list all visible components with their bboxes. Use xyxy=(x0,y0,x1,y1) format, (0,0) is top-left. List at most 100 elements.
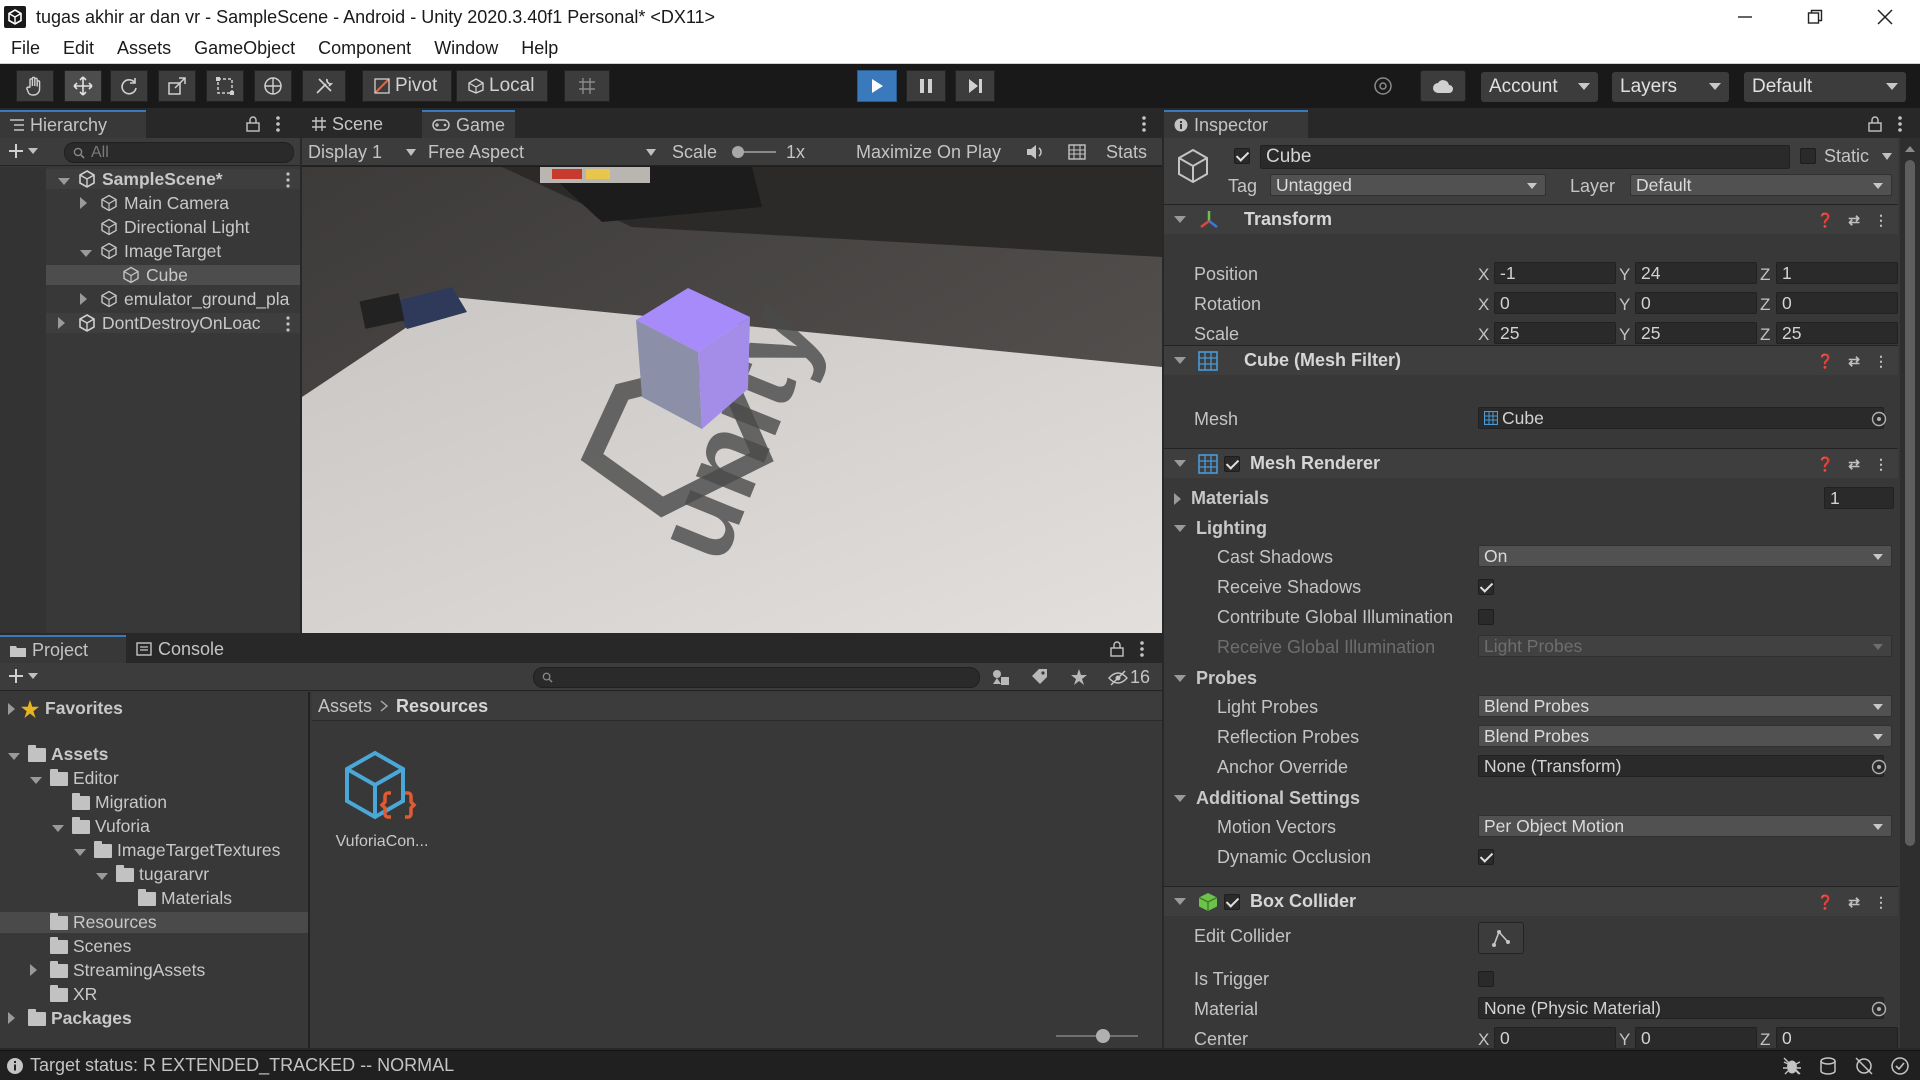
pivot-toggle-button[interactable]: Pivot xyxy=(362,70,452,102)
expand-arrow[interactable] xyxy=(8,744,22,765)
dynamic-occlusion-checkbox[interactable] xyxy=(1478,849,1494,865)
box-collider-header[interactable]: Box Collider ❓ ⇄ ⋮ xyxy=(1164,886,1898,916)
axis-x-label[interactable]: X xyxy=(1478,265,1489,285)
expand-arrow[interactable] xyxy=(74,840,88,861)
menu-file[interactable]: File xyxy=(0,38,52,59)
breadcrumb-assets[interactable]: Assets xyxy=(318,696,372,717)
status-message[interactable]: Target status: R EXTENDED_TRACKED -- NOR… xyxy=(30,1055,454,1076)
axis-x-label[interactable]: X xyxy=(1478,325,1489,345)
collab-button[interactable] xyxy=(1361,70,1405,102)
scale-slider[interactable] xyxy=(732,146,776,158)
preset-icon[interactable]: ⇄ xyxy=(1848,212,1860,229)
project-lock-icon[interactable] xyxy=(1110,641,1124,657)
local-toggle-button[interactable]: Local xyxy=(456,70,548,102)
auto-generate-lighting-icon[interactable] xyxy=(1854,1056,1874,1076)
mesh-filter-header[interactable]: Cube (Mesh Filter) ❓ ⇄ ⋮ xyxy=(1164,345,1898,375)
inspector-more-options-icon[interactable] xyxy=(1898,115,1902,133)
pause-button[interactable] xyxy=(906,70,946,102)
help-icon[interactable]: ❓ xyxy=(1817,212,1834,229)
project-more-options-icon[interactable] xyxy=(1140,640,1144,658)
tab-game[interactable]: Game xyxy=(422,110,516,138)
expand-arrow[interactable] xyxy=(30,960,44,981)
tab-scene[interactable]: Scene xyxy=(302,110,393,138)
hierarchy-item[interactable]: emulator_ground_pla xyxy=(46,289,300,309)
create-dropdown-button[interactable] xyxy=(8,143,38,159)
axis-z-label[interactable]: Z xyxy=(1760,265,1770,285)
favorite-star-icon[interactable] xyxy=(1071,669,1087,685)
mesh-renderer-enabled-checkbox[interactable] xyxy=(1224,455,1240,472)
project-folder-item[interactable]: Packages xyxy=(0,1008,308,1029)
scrollbar-thumb[interactable] xyxy=(1905,160,1915,846)
object-picker-icon[interactable] xyxy=(1871,411,1887,427)
rotation-y-field[interactable]: 0 xyxy=(1635,292,1757,314)
preset-icon[interactable]: ⇄ xyxy=(1848,894,1860,911)
project-search-input[interactable] xyxy=(533,667,980,688)
project-folder-item[interactable]: Editor xyxy=(0,768,308,789)
axis-x-label[interactable]: X xyxy=(1478,1030,1489,1048)
edit-collider-button[interactable] xyxy=(1478,922,1524,954)
expand-arrow[interactable] xyxy=(80,241,94,261)
layer-dropdown[interactable]: Default xyxy=(1630,174,1892,196)
cache-server-icon[interactable] xyxy=(1818,1056,1838,1076)
axis-z-label[interactable]: Z xyxy=(1760,325,1770,345)
favorites-row[interactable]: Favorites xyxy=(0,698,254,719)
project-folder-item[interactable]: Assets xyxy=(0,744,308,765)
account-dropdown[interactable]: Account xyxy=(1481,72,1598,102)
asset-item[interactable]: VuforiaCon... xyxy=(334,745,430,851)
play-button[interactable] xyxy=(857,70,897,102)
materials-foldout[interactable]: Materials xyxy=(1174,488,1269,509)
tab-project[interactable]: Project xyxy=(0,635,126,663)
menu-component[interactable]: Component xyxy=(307,38,423,59)
help-icon[interactable]: ❓ xyxy=(1817,353,1834,370)
anchor-override-field[interactable]: None (Transform) xyxy=(1478,755,1884,777)
rect-tool-button[interactable] xyxy=(206,70,244,102)
expand-arrow[interactable] xyxy=(58,169,72,189)
hidden-packages-toggle[interactable]: 16 xyxy=(1108,667,1150,688)
scene-menu-icon[interactable] xyxy=(286,172,290,188)
axis-y-label[interactable]: Y xyxy=(1619,265,1630,285)
rotate-tool-button[interactable] xyxy=(110,70,148,102)
icon-size-slider[interactable] xyxy=(1056,1029,1138,1043)
expand-arrow[interactable] xyxy=(52,816,66,837)
help-icon[interactable]: ❓ xyxy=(1817,456,1834,473)
step-button[interactable] xyxy=(955,70,995,102)
project-folder-item[interactable]: Migration xyxy=(0,792,308,813)
active-checkbox[interactable] xyxy=(1234,148,1250,164)
lighting-foldout[interactable]: Lighting xyxy=(1174,518,1267,539)
game-view[interactable]: unity xyxy=(302,167,1162,633)
project-folder-item[interactable]: Vuforia xyxy=(0,816,308,837)
static-checkbox[interactable] xyxy=(1800,148,1816,164)
hierarchy-item[interactable]: Main Camera xyxy=(46,193,300,213)
grid-snap-button[interactable] xyxy=(564,70,610,102)
scale-y-field[interactable]: 25 xyxy=(1635,322,1757,344)
expand-arrow[interactable] xyxy=(8,1008,22,1029)
position-x-field[interactable]: -1 xyxy=(1494,262,1616,284)
cast-shadows-dropdown[interactable]: On xyxy=(1478,545,1892,567)
hierarchy-search-input[interactable]: All xyxy=(64,142,294,163)
maximize-on-play-toggle[interactable]: Maximize On Play xyxy=(856,142,1001,163)
inspector-lock-icon[interactable] xyxy=(1868,116,1882,132)
project-folder-item[interactable]: Resources xyxy=(0,912,308,933)
transform-tool-button[interactable] xyxy=(254,70,292,102)
mesh-field[interactable]: Cube xyxy=(1478,407,1884,429)
expand-arrow[interactable] xyxy=(96,864,110,885)
bug-icon[interactable] xyxy=(1782,1056,1802,1076)
menu-assets[interactable]: Assets xyxy=(106,38,183,59)
move-tool-button[interactable] xyxy=(64,70,102,102)
stats-toggle[interactable]: Stats xyxy=(1106,142,1147,163)
project-folder-item[interactable]: ImageTargetTextures xyxy=(0,840,308,861)
hierarchy-item[interactable]: SampleScene* xyxy=(46,169,300,189)
axis-y-label[interactable]: Y xyxy=(1619,295,1630,315)
preset-icon[interactable]: ⇄ xyxy=(1848,353,1860,370)
component-menu-icon[interactable]: ⋮ xyxy=(1874,894,1888,911)
tab-console[interactable]: Console xyxy=(126,635,234,663)
project-create-button[interactable] xyxy=(8,668,38,684)
gizmos-grid-icon[interactable] xyxy=(1068,144,1086,160)
restore-button[interactable] xyxy=(1780,0,1850,34)
custom-tool-button[interactable] xyxy=(302,70,346,102)
expand-arrow[interactable] xyxy=(58,313,72,333)
receive-shadows-checkbox[interactable] xyxy=(1478,579,1494,595)
scene-menu-icon[interactable] xyxy=(286,316,290,332)
position-y-field[interactable]: 24 xyxy=(1635,262,1757,284)
hierarchy-item[interactable]: ImageTarget xyxy=(46,241,300,261)
